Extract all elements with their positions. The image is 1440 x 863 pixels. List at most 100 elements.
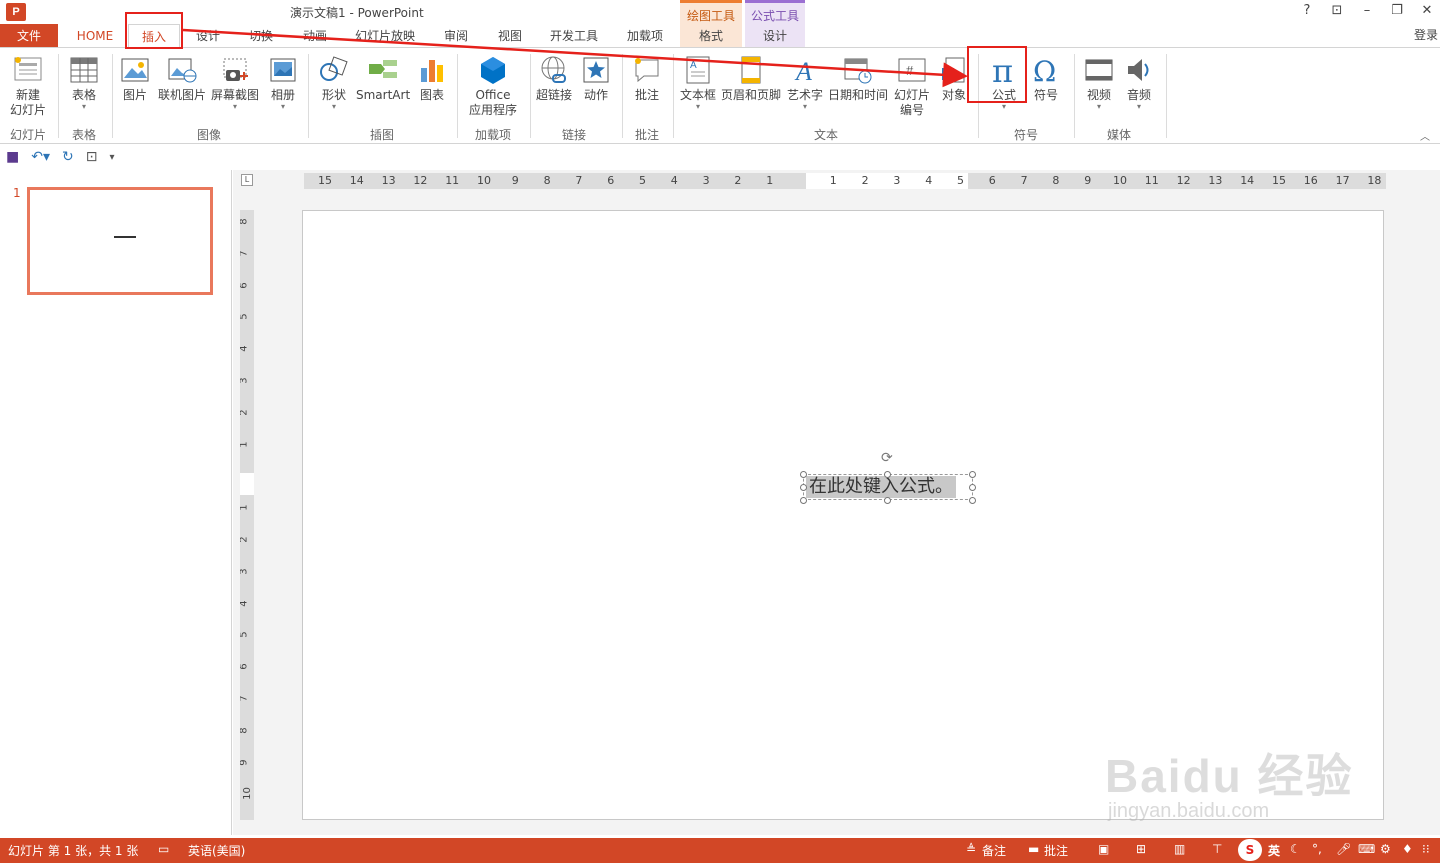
ribbon-separator (622, 54, 623, 138)
tab-view[interactable]: 视图 (488, 24, 532, 48)
notes-toggle[interactable]: 备注 (982, 842, 1006, 859)
office-apps-button[interactable]: Office 应用程序 (462, 54, 524, 118)
tools-icon[interactable]: ⚙ (1380, 842, 1391, 856)
notes-toggle-icon[interactable]: ≜ (966, 842, 976, 856)
spelling-check-icon[interactable]: ▭ (158, 842, 169, 856)
action-button[interactable]: 动作 (578, 54, 614, 103)
close-button[interactable]: ✕ (1420, 2, 1434, 20)
ruler-tick-label: 6 (988, 174, 996, 187)
comments-toggle[interactable]: 批注 (1044, 842, 1068, 859)
tab-addins[interactable]: 加载项 (618, 24, 672, 48)
symbol-button[interactable]: Ω 符号 (1028, 54, 1064, 103)
calendar-clock-icon (842, 54, 874, 86)
ruler-tick-label: 2 (240, 409, 250, 415)
ribbon-separator (1074, 54, 1075, 138)
horizontal-ruler[interactable]: 15 14 13 12 11 10 9 8 7 6 5 4 3 2 1 1 2 3 4 5 6 7 8 9 10 11 12 13 14… (304, 173, 1386, 189)
tab-animations[interactable]: 动画 (292, 24, 338, 48)
tab-design[interactable]: 设计 (186, 24, 230, 48)
keyboard-icon[interactable]: ⌨ (1358, 842, 1375, 856)
shapes-button[interactable]: 形状 ▾ (314, 54, 354, 111)
omega-symbol-icon: Ω (1030, 54, 1062, 86)
resize-handle[interactable] (969, 471, 976, 478)
normal-view-icon[interactable]: ▣ (1098, 842, 1109, 856)
slide-sorter-icon[interactable]: ⊞ (1136, 842, 1146, 856)
ruler-tick-label: 5 (639, 174, 646, 187)
online-picture-label: 联机图片 (157, 88, 206, 102)
chevron-down-icon: ▾ (232, 102, 237, 111)
minimize-button[interactable]: – (1360, 2, 1374, 20)
sogou-ime-icon[interactable]: S (1238, 839, 1262, 861)
tab-home[interactable]: HOME (64, 24, 126, 48)
online-picture-button[interactable]: 联机图片 (156, 54, 208, 103)
tab-selector-button[interactable]: L (241, 174, 253, 186)
collapse-ribbon-icon[interactable]: ︿ (1420, 128, 1430, 143)
restore-button[interactable]: ❐ (1390, 2, 1404, 20)
customize-toolbar-icon[interactable]: ▾ (109, 152, 114, 163)
resize-handle[interactable] (884, 497, 891, 504)
tab-developer[interactable]: 开发工具 (542, 24, 606, 48)
photo-album-button[interactable]: 相册 ▾ (264, 54, 302, 111)
video-button[interactable]: 视频 ▾ (1080, 54, 1118, 111)
tab-equation-design[interactable]: 设计 (748, 24, 802, 48)
ruler-text-area (240, 473, 254, 495)
redo-icon[interactable]: ↻ (62, 149, 74, 165)
smartart-label: SmartArt (356, 88, 411, 102)
ribbon-separator (308, 54, 309, 138)
slide-number-button[interactable]: # 幻灯片 编号 (892, 54, 932, 118)
resize-handle[interactable] (800, 497, 807, 504)
group-addins: 加载项 (474, 128, 511, 142)
microphone-icon[interactable]: 🎤︎ (1336, 842, 1351, 856)
apps-grid-icon[interactable]: ⁝⁝ (1422, 842, 1430, 856)
online-picture-icon (166, 54, 198, 86)
rotate-handle-icon[interactable]: ⟳ (881, 450, 893, 466)
powerpoint-app-icon[interactable]: P (6, 3, 26, 21)
ruler-tick-label: 3 (240, 377, 250, 383)
ruler-tick-label: 2 (861, 174, 869, 187)
wordart-button[interactable]: A 艺术字 ▾ (786, 54, 824, 111)
hyperlink-button[interactable]: 超链接 (534, 54, 574, 103)
resize-handle[interactable] (969, 484, 976, 491)
ruler-tick-label: 14 (1240, 174, 1255, 187)
moon-icon[interactable]: ☾ (1290, 842, 1301, 856)
chart-button[interactable]: 图表 (414, 54, 450, 103)
screenshot-button[interactable]: 屏幕截图 ▾ (210, 54, 260, 111)
slideshow-view-icon[interactable]: ⊤ (1212, 842, 1222, 856)
tab-review[interactable]: 审阅 (434, 24, 478, 48)
skin-icon[interactable]: ♦ (1402, 842, 1413, 856)
tab-format[interactable]: 格式 (684, 24, 738, 48)
resize-handle[interactable] (884, 471, 891, 478)
undo-icon[interactable]: ↶▾ (31, 149, 50, 165)
equation-placeholder-text[interactable]: 在此处键入公式。 (806, 476, 956, 498)
resize-handle[interactable] (969, 497, 976, 504)
audio-button[interactable]: 音频 ▾ (1120, 54, 1158, 111)
new-slide-button[interactable]: 新建 幻灯片 (4, 54, 52, 118)
help-button[interactable]: ? (1300, 2, 1314, 20)
group-images: 图像 (196, 128, 221, 142)
ribbon-display-options-icon[interactable]: ⊡ (1330, 2, 1344, 20)
comments-toggle-icon[interactable]: ▬ (1028, 842, 1039, 856)
reading-view-icon[interactable]: ▥ (1174, 842, 1185, 856)
tab-transitions[interactable]: 切换 (238, 24, 284, 48)
smartart-button[interactable]: SmartArt (356, 54, 410, 103)
textbox-button[interactable]: A 文本框 ▾ (678, 54, 718, 111)
ruler-tick-label: 3 (702, 174, 710, 187)
save-icon[interactable]: ■ (6, 149, 19, 165)
ruler-tick-label: 15 (1272, 174, 1286, 187)
resize-handle[interactable] (800, 471, 807, 478)
picture-button[interactable]: 图片 (116, 54, 154, 103)
header-footer-button[interactable]: 页眉和页脚 (720, 54, 782, 103)
slide-thumbnail[interactable] (27, 187, 213, 295)
tab-file[interactable]: 文件 (0, 24, 58, 48)
sign-in-link[interactable]: 登录 (1414, 26, 1438, 43)
tab-slideshow[interactable]: 幻灯片放映 (348, 24, 422, 48)
slide-canvas[interactable] (302, 210, 1384, 820)
ime-language-status[interactable]: 英 (1268, 842, 1280, 859)
resize-handle[interactable] (800, 484, 807, 491)
present-from-start-icon[interactable]: ⊡ (86, 149, 98, 165)
language-status[interactable]: 英语(美国) (188, 842, 245, 859)
punctuation-icon[interactable]: °, (1312, 842, 1322, 856)
table-button[interactable]: 表格 ▾ (62, 54, 106, 111)
vertical-ruler[interactable]: 8 7 6 5 4 3 2 1 1 2 3 4 5 6 7 8 9 10 (240, 210, 254, 820)
comment-button[interactable]: 批注 (628, 54, 666, 103)
date-time-button[interactable]: 日期和时间 (828, 54, 888, 103)
